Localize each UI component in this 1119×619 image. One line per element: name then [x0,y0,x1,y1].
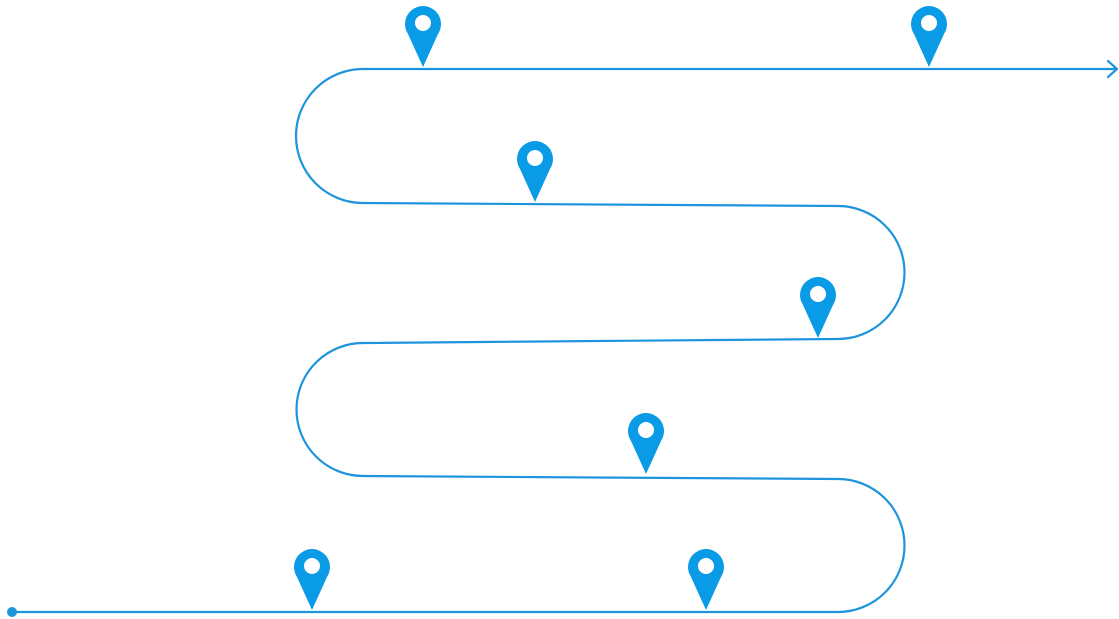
roadmap-diagram [7,6,1119,617]
map-pin-icon [911,6,947,67]
map-pin-icon [688,549,724,610]
route-path [11,67,1118,614]
map-pin-icon [294,549,330,610]
map-pin-icon [405,6,441,67]
start-dot-icon [7,607,17,617]
map-pin-icon [800,277,836,338]
map-pin-icon [628,413,664,474]
map-pin-icon [517,141,553,202]
